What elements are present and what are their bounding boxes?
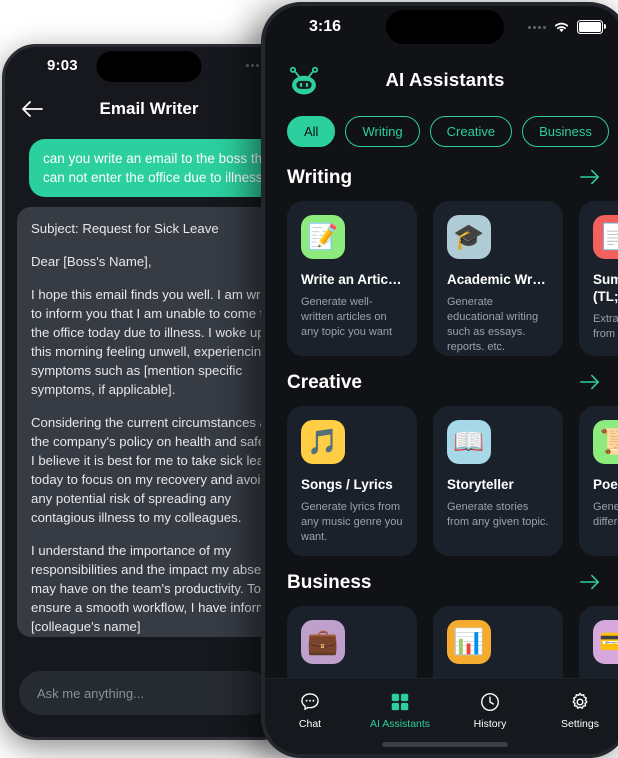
open-book-icon: 📖 [447,420,491,464]
arrow-right-icon[interactable] [579,373,601,393]
card-description: Generate educational writing such as ess… [447,296,539,353]
right-status-bar: 3:16 [265,6,618,50]
signal-dots-icon [528,25,546,29]
chat-bubble-icon [301,693,319,711]
chat-input[interactable]: Ask me anything... [19,671,271,715]
nav-item-ai-assistants[interactable]: AI Assistants [364,691,436,730]
section-header: Business [287,572,618,594]
assistant-card[interactable]: 📄 Summarize (TL;DR) Extract key points f… [579,201,618,356]
card-title: Write an Articles [301,272,403,287]
assistant-card[interactable]: 🎓 Academic Writ... Generate educational … [433,201,563,356]
clock-icon [481,693,499,711]
assistant-paragraph: Dear [Boss's Name], [31,254,152,269]
card-description: Generate well-written articles on any to… [301,296,393,338]
assistant-card[interactable]: 🎵 Songs / Lyrics Generate lyrics from an… [287,406,417,556]
card-title: Academic Writ... [447,272,549,287]
section-title: Business [287,572,372,593]
nav-label: Settings [561,718,599,730]
card-description: Generate poems in different styles [593,501,618,528]
assistant-paragraph: I understand the importance of my respon… [31,543,283,634]
screenshot-stage: 9:03 Email Writer can you write an email… [0,0,618,758]
left-input-area: Ask me anything... [5,657,293,737]
filter-chip-business[interactable]: Business [522,116,609,147]
left-phone-device: 9:03 Email Writer can you write an email… [2,44,296,740]
right-status-icons [528,20,606,34]
card-row-creative[interactable]: 🎵 Songs / Lyrics Generate lyrics from an… [287,406,618,556]
assistant-paragraph: I hope this email finds you well. I am w… [31,287,285,397]
section-header: Writing [287,167,618,189]
left-dynamic-island [96,51,202,82]
section-title: Writing [287,167,353,188]
arrow-right-icon[interactable] [579,168,601,188]
section-title: Creative [287,372,362,393]
document-icon: 📄 [593,215,618,259]
user-message-bubble: can you write an email to the boss that … [29,139,293,197]
right-phone-device: 3:16 AI Assistants All Writing Creative … [261,2,618,758]
filter-chip-writing[interactable]: Writing [345,116,420,147]
battery-full-icon [577,20,606,34]
home-indicator [382,742,508,747]
card-icon: 💳 [593,620,618,664]
nav-item-settings[interactable]: Settings [544,691,616,730]
card-title: Storyteller [447,477,514,492]
card-description: Generate lyrics from any music genre you… [301,501,403,543]
assistant-card[interactable]: 📖 Storyteller Generate stories from any … [433,406,563,556]
assistant-message-bubble: Subject: Request for Sick Leave Dear [Bo… [17,207,293,637]
left-status-time: 9:03 [47,57,78,74]
nav-item-history[interactable]: History [454,691,526,730]
bottom-navigation-bar[interactable]: Chat AI Assistants History Settings [265,678,618,754]
wifi-icon [554,22,569,32]
filter-chip-row[interactable]: All Writing Creative Business Social [265,106,618,151]
assistant-card[interactable]: 📝 Write an Articles Generate well-writte… [287,201,417,356]
filter-chip-creative[interactable]: Creative [429,116,513,147]
musical-notes-icon: 🎵 [301,420,345,464]
chart-icon: 📊 [447,620,491,664]
arrow-right-icon[interactable] [579,573,601,593]
section-creative: Creative 🎵 Songs / Lyrics Generate lyric… [265,356,618,556]
assistant-paragraph: Considering the current circumstances an… [31,415,282,525]
filter-chip-all[interactable]: All [287,116,336,147]
right-dynamic-island [386,10,504,44]
left-app-header: Email Writer [5,87,293,131]
section-header: Creative [287,372,618,394]
assistant-card[interactable]: 📜 Poem Generate poems in different style… [579,406,618,556]
section-writing: Writing 📝 Write an Articles Generate wel… [265,151,618,356]
grid-squares-icon [391,693,409,711]
card-description: Extract key points from long text [593,313,618,340]
right-status-time: 3:16 [309,18,342,35]
scroll-icon: 📜 [593,420,618,464]
page-title: Email Writer [99,99,199,118]
card-title: Poem [593,477,618,492]
nav-item-chat[interactable]: Chat [274,691,346,730]
right-app-header: AI Assistants [265,50,618,106]
left-status-bar: 9:03 [5,47,293,87]
assistant-paragraph: Subject: Request for Sick Leave [31,221,219,236]
gear-icon [572,692,588,709]
back-arrow-icon[interactable] [19,96,45,122]
briefcase-icon: 💼 [301,620,345,664]
nav-label: History [473,718,507,730]
nav-label: Chat [298,718,322,730]
robot-head-icon [287,63,321,97]
card-title: Summarize (TL;DR) [593,272,618,304]
nav-label: AI Assistants [369,718,431,730]
card-row-writing[interactable]: 📝 Write an Articles Generate well-writte… [287,201,618,356]
card-title: Songs / Lyrics [301,477,393,492]
chat-thread: can you write an email to the boss that … [5,139,293,637]
memo-pencil-icon: 📝 [301,215,345,259]
graduation-cap-icon: 🎓 [447,215,491,259]
card-description: Generate stories from any given topic. [447,501,549,528]
